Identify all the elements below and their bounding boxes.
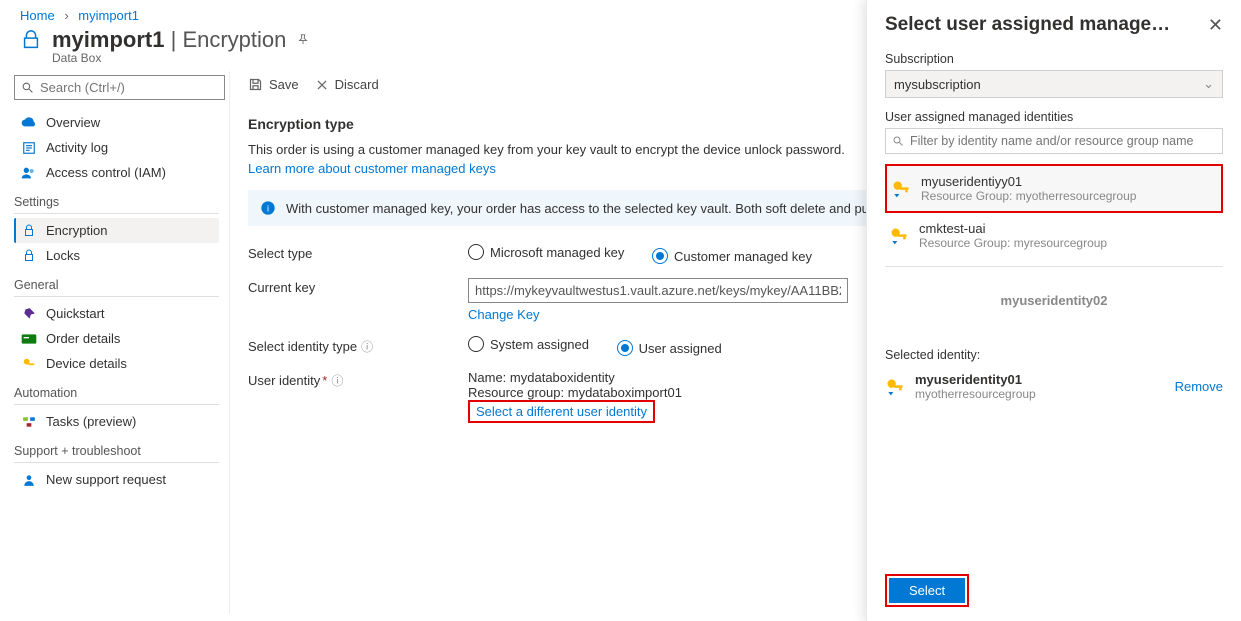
identity-key-icon xyxy=(889,226,909,246)
remove-identity-link[interactable]: Remove xyxy=(1175,379,1223,394)
label-uami: User assigned managed identities xyxy=(885,110,1223,124)
breadcrumb-home[interactable]: Home xyxy=(20,8,55,23)
current-key-input[interactable] xyxy=(468,278,848,303)
identity-rg: Resource Group: myresourcegroup xyxy=(919,236,1107,250)
log-icon xyxy=(20,141,38,155)
pin-icon[interactable] xyxy=(296,33,310,47)
panel-title: Select user assigned manage… xyxy=(885,14,1170,36)
group-settings: Settings xyxy=(14,195,219,214)
radio-customer-managed[interactable]: Customer managed key xyxy=(652,248,812,264)
nav-overview[interactable]: Overview xyxy=(14,110,219,135)
lock-icon xyxy=(20,249,38,263)
nav-tasks[interactable]: Tasks (preview) xyxy=(14,409,219,434)
nav-order-details[interactable]: Order details xyxy=(14,326,219,351)
support-icon xyxy=(20,473,38,487)
info-glyph-icon: ⓘ xyxy=(361,340,373,354)
lock-icon xyxy=(20,29,44,51)
tasks-icon xyxy=(20,415,38,429)
label-user-identity: User identity*ⓘ xyxy=(248,370,468,389)
identity-picker-panel: Select user assigned manage… ✕ Subscript… xyxy=(866,0,1241,621)
selected-identity-name: myuseridentity01 xyxy=(915,372,1036,387)
learn-more-link[interactable]: Learn more about customer managed keys xyxy=(248,161,496,176)
discard-icon xyxy=(315,78,329,92)
nav-device-details[interactable]: Device details xyxy=(14,351,219,376)
nav-encryption[interactable]: Encryption xyxy=(14,218,219,243)
label-select-type: Select type xyxy=(248,244,468,261)
lock-small-icon xyxy=(20,224,38,238)
order-icon xyxy=(20,333,38,345)
discard-button[interactable]: Discard xyxy=(315,77,379,92)
group-automation: Automation xyxy=(14,386,219,405)
cloud-icon xyxy=(20,117,38,129)
group-general: General xyxy=(14,278,219,297)
breadcrumb-resource[interactable]: myimport1 xyxy=(78,8,139,23)
search-input[interactable] xyxy=(14,75,225,100)
identity-rg: Resource Group: myotherresourcegroup xyxy=(921,189,1136,203)
subscription-dropdown[interactable]: mysubscription ⌄ xyxy=(885,70,1223,98)
label-current-key: Current key xyxy=(248,278,468,295)
blade-name: | Encryption xyxy=(164,27,286,53)
chevron-right-icon: › xyxy=(64,8,68,23)
search-icon xyxy=(892,135,904,147)
info-glyph-icon: ⓘ xyxy=(331,374,343,388)
key-icon xyxy=(20,357,38,371)
radio-microsoft-managed[interactable]: Microsoft managed key xyxy=(468,244,624,260)
select-button[interactable]: Select xyxy=(889,578,965,603)
nav-quickstart[interactable]: Quickstart xyxy=(14,301,219,326)
identity-item-0[interactable]: myuseridentiyy01 Resource Group: myother… xyxy=(885,164,1223,213)
people-icon xyxy=(20,166,38,180)
svg-text:i: i xyxy=(267,203,269,213)
group-support: Support + troubleshoot xyxy=(14,444,219,463)
close-icon[interactable]: ✕ xyxy=(1208,15,1223,36)
nav-new-support[interactable]: New support request xyxy=(14,467,219,492)
search-icon xyxy=(21,81,34,94)
label-select-identity-type: Select identity typeⓘ xyxy=(248,336,468,355)
identity-key-icon xyxy=(891,179,911,199)
nav-activity-log[interactable]: Activity log xyxy=(14,135,219,160)
label-subscription: Subscription xyxy=(885,52,1223,66)
identity-item-1[interactable]: cmktest-uai Resource Group: myresourcegr… xyxy=(885,213,1223,258)
identity-extra: myuseridentity02 xyxy=(885,275,1223,336)
select-different-identity-link[interactable]: Select a different user identity xyxy=(476,404,647,419)
radio-system-assigned[interactable]: System assigned xyxy=(468,336,589,352)
change-key-link[interactable]: Change Key xyxy=(468,307,540,322)
identity-key-icon xyxy=(885,377,905,397)
rocket-icon xyxy=(20,307,38,321)
nav-iam[interactable]: Access control (IAM) xyxy=(14,160,219,185)
selected-identity-rg: myotherresourcegroup xyxy=(915,387,1036,401)
sidebar: « Overview Activity log Access control (… xyxy=(0,71,230,614)
save-button[interactable]: Save xyxy=(248,77,299,92)
identity-filter-input[interactable] xyxy=(885,128,1223,154)
info-icon: i xyxy=(260,200,276,216)
page-title: myimport1 xyxy=(52,27,164,53)
radio-user-assigned[interactable]: User assigned xyxy=(617,340,722,356)
label-selected-identity: Selected identity: xyxy=(885,348,1223,362)
save-icon xyxy=(248,77,263,92)
nav-locks[interactable]: Locks xyxy=(14,243,219,268)
identity-name: cmktest-uai xyxy=(919,221,1107,236)
chevron-down-icon: ⌄ xyxy=(1203,76,1214,92)
identity-name: myuseridentiyy01 xyxy=(921,174,1136,189)
